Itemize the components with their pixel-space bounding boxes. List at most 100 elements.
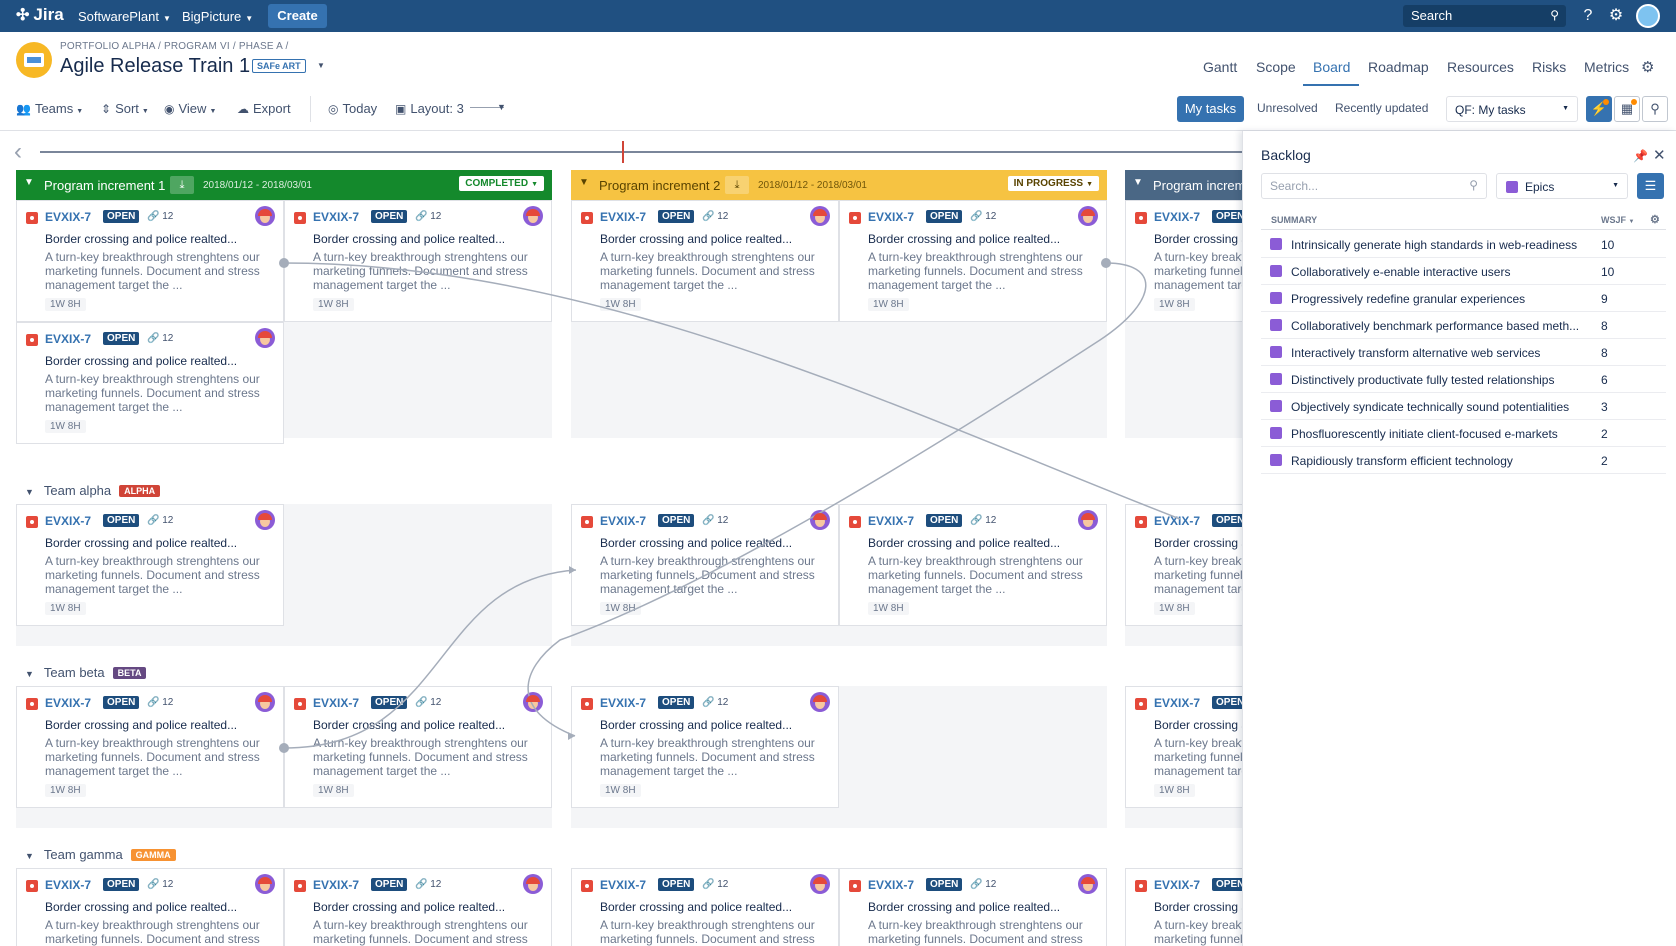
issue-key-link[interactable]: EVXIX-7 bbox=[45, 696, 91, 710]
issue-key-link[interactable]: EVXIX-7 bbox=[313, 696, 359, 710]
issue-card[interactable]: EVXIX-7OPEN🔗 12Border crossing and polic… bbox=[284, 868, 552, 946]
pi-status-dropdown[interactable]: IN PROGRESS ▼ bbox=[1007, 176, 1099, 191]
nav-softwareplant[interactable]: SoftwarePlant ▼ bbox=[78, 9, 171, 24]
issue-key-link[interactable]: EVXIX-7 bbox=[600, 210, 646, 224]
settings-gear-icon[interactable]: ⚙ bbox=[1606, 6, 1626, 26]
backlog-row[interactable]: Collaboratively e-enable interactive use… bbox=[1261, 258, 1666, 285]
my-tasks-button[interactable]: My tasks bbox=[1177, 96, 1244, 122]
issue-card[interactable]: EVXIX-7OPEN🔗 12Border crossing and polic… bbox=[839, 504, 1107, 626]
lightning-toggle-button[interactable]: ⚡ bbox=[1586, 96, 1612, 122]
assignee-avatar[interactable] bbox=[523, 206, 543, 226]
issue-card[interactable]: EVXIX-7OPEN🔗 12Border crossing and polic… bbox=[16, 868, 284, 946]
breadcrumb[interactable]: PORTFOLIO ALPHA / PROGRAM VI / PHASE A / bbox=[60, 41, 288, 52]
issue-key-link[interactable]: EVXIX-7 bbox=[45, 514, 91, 528]
issue-card[interactable]: EVXIX-7OPEN🔗 12Border crossing and polic… bbox=[284, 686, 552, 808]
pi-status-dropdown[interactable]: COMPLETED ▼ bbox=[459, 176, 544, 191]
global-search-input[interactable]: Search ⚲ bbox=[1403, 5, 1566, 27]
sort-dropdown[interactable]: ⇕ Sort ▼ bbox=[101, 101, 149, 116]
assignee-avatar[interactable] bbox=[255, 874, 275, 894]
pi-header-2[interactable]: ▼ Program increment 2 ⤓ 2018/01/12 - 201… bbox=[571, 170, 1107, 200]
issue-card[interactable]: EVXIX-7OPEN🔗 12Border crossing and polic… bbox=[16, 504, 284, 626]
backlog-row[interactable]: Phosfluorescently initiate client-focuse… bbox=[1261, 420, 1666, 447]
issue-card[interactable]: EVXIX-7OPEN🔗 12Border crossing and polic… bbox=[571, 200, 839, 322]
summary-column-header[interactable]: SUMMARY bbox=[1271, 215, 1317, 225]
wsjf-column-header[interactable]: WSJF ▼ bbox=[1601, 215, 1634, 225]
assignee-avatar[interactable] bbox=[523, 692, 543, 712]
assignee-avatar[interactable] bbox=[255, 328, 275, 348]
issue-key-link[interactable]: EVXIX-7 bbox=[1154, 878, 1200, 892]
board-search-button[interactable]: ⚲ bbox=[1642, 96, 1668, 122]
issue-key-link[interactable]: EVXIX-7 bbox=[868, 878, 914, 892]
issue-key-link[interactable]: EVXIX-7 bbox=[1154, 696, 1200, 710]
team-gamma-header[interactable]: ▼ Team gamma GAMMA bbox=[25, 847, 176, 862]
chevron-down-icon[interactable]: ▼ bbox=[24, 177, 34, 188]
pi-header-3[interactable]: ▼ Program increment 3 bbox=[1125, 170, 1242, 200]
create-button[interactable]: Create bbox=[268, 4, 327, 28]
issue-key-link[interactable]: EVXIX-7 bbox=[1154, 210, 1200, 224]
issue-key-link[interactable]: EVXIX-7 bbox=[45, 332, 91, 346]
assignee-avatar[interactable] bbox=[523, 874, 543, 894]
calendar-toggle-button[interactable]: ▦ bbox=[1614, 96, 1640, 122]
issue-key-link[interactable]: EVXIX-7 bbox=[313, 210, 359, 224]
backlog-row[interactable]: Rapidiously transform efficient technolo… bbox=[1261, 447, 1666, 474]
column-settings-gear-icon[interactable]: ⚙ bbox=[1650, 213, 1660, 226]
quick-filter-select[interactable]: QF: My tasks ▼ bbox=[1446, 96, 1578, 122]
issue-card[interactable]: EVXIX-7OPEN🔗 12Border crossing and polic… bbox=[571, 504, 839, 626]
issue-card[interactable]: EVXIX-7OPEN🔗 12Border crossing and polic… bbox=[16, 322, 284, 444]
issue-card[interactable]: EVXIX-7OPEN🔗 12Border crossing and polic… bbox=[1125, 868, 1242, 946]
assignee-avatar[interactable] bbox=[1078, 510, 1098, 530]
layout-control[interactable]: ▣ Layout: 3 bbox=[395, 101, 464, 116]
backlog-row[interactable]: Progressively redefine granular experien… bbox=[1261, 285, 1666, 312]
issue-card[interactable]: EVXIX-7OPEN🔗 12Border crossing and polic… bbox=[1125, 504, 1242, 626]
issue-card[interactable]: EVXIX-7OPEN🔗 12Border crossing and polic… bbox=[839, 200, 1107, 322]
export-button[interactable]: ☁ Export bbox=[237, 101, 291, 116]
teams-dropdown[interactable]: 👥 Teams ▼ bbox=[16, 101, 83, 116]
issue-card[interactable]: EVXIX-7OPEN🔗 12Border crossing and polic… bbox=[1125, 200, 1242, 322]
assignee-avatar[interactable] bbox=[255, 692, 275, 712]
issue-card[interactable]: EVXIX-7OPEN🔗 12Border crossing and polic… bbox=[1125, 686, 1242, 808]
user-avatar[interactable] bbox=[1636, 4, 1660, 28]
today-button[interactable]: ◎ Today bbox=[328, 101, 377, 116]
tab-resources[interactable]: Resources bbox=[1447, 59, 1514, 75]
view-dropdown[interactable]: ◉ View ▼ bbox=[164, 101, 216, 116]
board-settings-gear-icon[interactable]: ⚙ bbox=[1641, 58, 1654, 76]
nav-bigpicture[interactable]: BigPicture ▼ bbox=[182, 9, 253, 24]
timeline-left-arrow-icon[interactable]: ‹ bbox=[14, 140, 22, 164]
assignee-avatar[interactable] bbox=[1078, 874, 1098, 894]
issue-card[interactable]: EVXIX-7OPEN🔗 12Border crossing and polic… bbox=[571, 868, 839, 946]
issue-key-link[interactable]: EVXIX-7 bbox=[1154, 514, 1200, 528]
issue-key-link[interactable]: EVXIX-7 bbox=[600, 696, 646, 710]
chevron-down-icon[interactable]: ▼ bbox=[25, 851, 34, 861]
issue-key-link[interactable]: EVXIX-7 bbox=[868, 210, 914, 224]
chevron-down-icon[interactable]: ▼ bbox=[579, 177, 589, 188]
assignee-avatar[interactable] bbox=[1078, 206, 1098, 226]
tab-roadmap[interactable]: Roadmap bbox=[1368, 59, 1429, 75]
backlog-row[interactable]: Interactively transform alternative web … bbox=[1261, 339, 1666, 366]
issue-key-link[interactable]: EVXIX-7 bbox=[313, 878, 359, 892]
assignee-avatar[interactable] bbox=[255, 510, 275, 530]
issue-key-link[interactable]: EVXIX-7 bbox=[600, 514, 646, 528]
team-beta-header[interactable]: ▼ Team beta BETA bbox=[25, 665, 147, 680]
list-view-button[interactable]: ☰ bbox=[1637, 173, 1664, 199]
issue-key-link[interactable]: EVXIX-7 bbox=[45, 210, 91, 224]
backlog-row[interactable]: Objectively syndicate technically sound … bbox=[1261, 393, 1666, 420]
issue-type-select[interactable]: Epics ▼ bbox=[1496, 173, 1628, 199]
title-caret-down-icon[interactable]: ▼ bbox=[317, 61, 325, 70]
issue-card[interactable]: EVXIX-7OPEN🔗 12Border crossing and polic… bbox=[839, 868, 1107, 946]
issue-card[interactable]: EVXIX-7OPEN🔗 12Border crossing and polic… bbox=[16, 686, 284, 808]
pin-icon[interactable]: 📌 bbox=[1633, 149, 1648, 163]
team-alpha-header[interactable]: ▼ Team alpha ALPHA bbox=[25, 483, 161, 498]
backlog-search-input[interactable]: Search... ⚲ bbox=[1261, 173, 1487, 199]
assignee-avatar[interactable] bbox=[810, 510, 830, 530]
backlog-row[interactable]: Collaboratively benchmark performance ba… bbox=[1261, 312, 1666, 339]
backlog-row[interactable]: Intrinsically generate high standards in… bbox=[1261, 231, 1666, 258]
issue-card[interactable]: EVXIX-7OPEN🔗 12Border crossing and polic… bbox=[284, 200, 552, 322]
close-icon[interactable]: ✕ bbox=[1653, 146, 1666, 164]
issue-card[interactable]: EVXIX-7OPEN🔗 12Border crossing and polic… bbox=[16, 200, 284, 322]
tab-gantt[interactable]: Gantt bbox=[1203, 59, 1237, 75]
issue-key-link[interactable]: EVXIX-7 bbox=[45, 878, 91, 892]
recently-updated-filter[interactable]: Recently updated bbox=[1335, 101, 1428, 115]
chevron-down-icon[interactable]: ▼ bbox=[25, 487, 34, 497]
issue-key-link[interactable]: EVXIX-7 bbox=[868, 514, 914, 528]
tab-metrics[interactable]: Metrics bbox=[1584, 59, 1629, 75]
